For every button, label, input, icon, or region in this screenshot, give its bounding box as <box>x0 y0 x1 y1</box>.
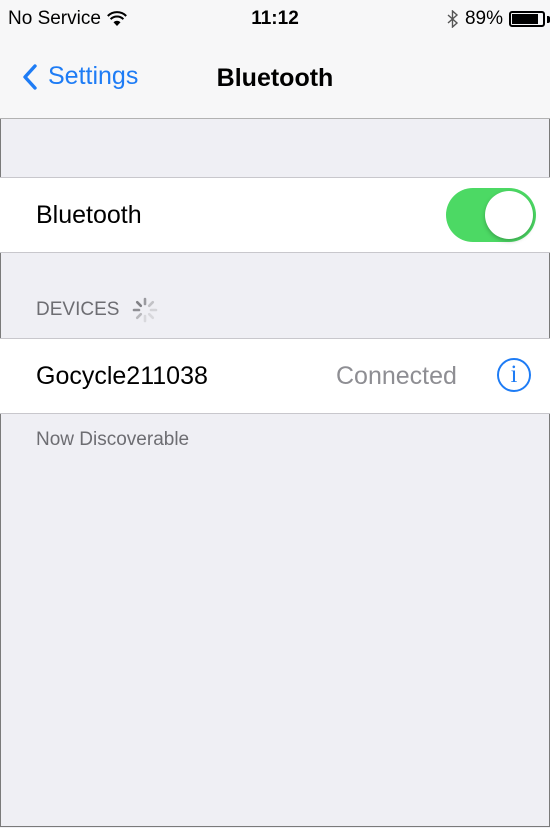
page-title: Bluetooth <box>216 64 334 92</box>
bluetooth-switch[interactable] <box>446 188 536 242</box>
devices-header-label: DEVICES <box>36 299 120 320</box>
battery-icon <box>509 11 545 27</box>
switch-knob <box>485 191 533 239</box>
bluetooth-toggle-row: Bluetooth <box>0 177 550 253</box>
bluetooth-icon <box>447 10 459 28</box>
loading-spinner-icon <box>133 297 158 323</box>
devices-section-header: DEVICES <box>36 296 159 324</box>
status-bar: No Service 11:12 89% <box>0 0 550 40</box>
device-status: Connected <box>336 362 457 390</box>
info-icon[interactable]: i <box>497 358 531 392</box>
navigation-bar: Settings Bluetooth <box>0 40 550 119</box>
bluetooth-toggle-label: Bluetooth <box>36 201 142 229</box>
device-name: Gocycle211038 <box>36 362 208 390</box>
status-right: 89% <box>447 8 550 30</box>
list-item[interactable]: Gocycle211038 Connected i <box>0 338 550 414</box>
battery-fill <box>512 14 539 24</box>
discoverable-note: Now Discoverable <box>36 429 190 450</box>
battery-percent: 89% <box>464 8 503 29</box>
